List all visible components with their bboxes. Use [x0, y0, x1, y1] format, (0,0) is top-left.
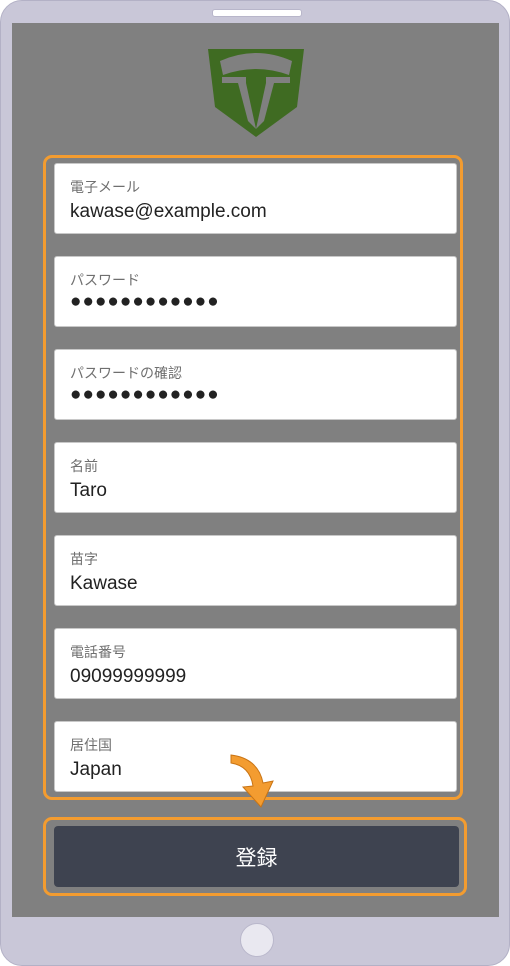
- last-name-field[interactable]: 苗字 Kawase: [54, 535, 457, 606]
- password-confirm-field[interactable]: パスワードの確認 ●●●●●●●●●●●●: [54, 349, 457, 420]
- first-name-label: 名前: [70, 459, 98, 475]
- password-input[interactable]: ●●●●●●●●●●●●: [70, 291, 220, 313]
- shield-logo-icon: [208, 49, 304, 137]
- phone-speaker: [212, 9, 302, 17]
- phone-frame: 電子メール kawase@example.com パスワード ●●●●●●●●●…: [0, 0, 510, 966]
- password-field[interactable]: パスワード ●●●●●●●●●●●●: [54, 256, 457, 327]
- phone-number-label: 電話番号: [70, 645, 126, 661]
- first-name-input[interactable]: Taro: [70, 480, 107, 502]
- curved-arrow-icon: [230, 754, 274, 808]
- password-confirm-label: パスワードの確認: [70, 366, 182, 382]
- first-name-field[interactable]: 名前 Taro: [54, 442, 457, 513]
- phone-number-input[interactable]: 09099999999: [70, 666, 186, 688]
- home-button[interactable]: [240, 923, 274, 957]
- email-field[interactable]: 電子メール kawase@example.com: [54, 163, 457, 234]
- last-name-input[interactable]: Kawase: [70, 573, 138, 595]
- email-label: 電子メール: [70, 180, 140, 196]
- email-input[interactable]: kawase@example.com: [70, 201, 267, 223]
- country-input[interactable]: Japan: [70, 759, 122, 781]
- last-name-label: 苗字: [70, 552, 98, 568]
- app-screen: 電子メール kawase@example.com パスワード ●●●●●●●●●…: [12, 23, 499, 917]
- register-button[interactable]: 登録: [54, 826, 459, 887]
- password-confirm-input[interactable]: ●●●●●●●●●●●●: [70, 384, 220, 406]
- phone-number-field[interactable]: 電話番号 09099999999: [54, 628, 457, 699]
- password-label: パスワード: [70, 273, 140, 289]
- country-label: 居住国: [70, 738, 112, 754]
